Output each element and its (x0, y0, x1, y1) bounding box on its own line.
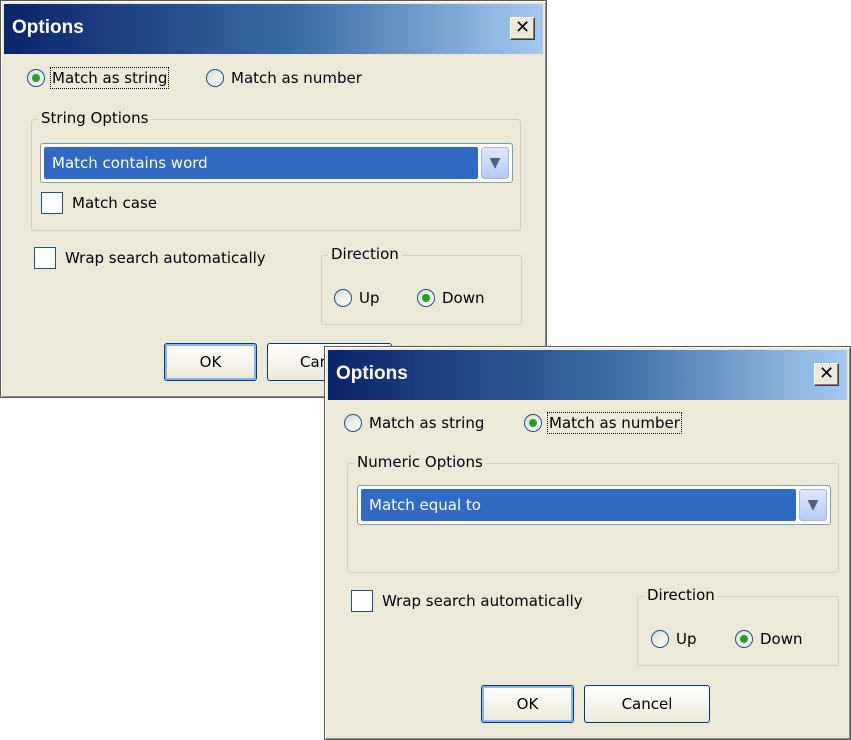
checkbox-label: Wrap search automatically (65, 249, 266, 267)
radio-direction-up[interactable]: Up (651, 630, 697, 648)
radio-label: Down (442, 289, 485, 307)
close-button[interactable]: ✕ (814, 363, 839, 386)
radio-button[interactable] (344, 414, 362, 432)
radio-button[interactable] (206, 69, 224, 87)
radio-label: Match as number (547, 412, 682, 434)
radio-match-as-number[interactable]: Match as number (524, 412, 682, 434)
radio-button[interactable] (334, 289, 352, 307)
close-button[interactable]: ✕ (510, 17, 535, 40)
radio-label: Up (676, 630, 697, 648)
options-dialog-string: Options ✕ Match as string Match as numbe… (0, 0, 547, 398)
checkbox-box[interactable] (351, 590, 373, 612)
button-label: Cancel (621, 695, 673, 713)
radio-label: Match as number (231, 69, 362, 87)
group-title: Direction (644, 586, 718, 604)
radio-match-as-number[interactable]: Match as number (206, 69, 362, 87)
dialog-title: Options (336, 363, 408, 384)
ok-button[interactable]: OK (481, 685, 574, 723)
wrap-search-checkbox[interactable]: Wrap search automatically (34, 247, 266, 269)
group-title: String Options (38, 109, 152, 127)
radio-button-checked[interactable] (27, 69, 45, 87)
chevron-down-icon: ▼ (489, 155, 501, 171)
group-title: Direction (328, 245, 402, 263)
dialog-title: Options (12, 17, 84, 38)
match-case-checkbox[interactable]: Match case (41, 192, 157, 214)
radio-match-as-string[interactable]: Match as string (27, 67, 170, 89)
title-bar[interactable]: Options ✕ (4, 4, 543, 54)
radio-button-checked[interactable] (735, 630, 753, 648)
options-dialog-number: Options ✕ Match as string Match as numbe… (324, 346, 851, 740)
match-type-dropdown[interactable]: Match contains word ▼ (40, 143, 513, 183)
radio-button-checked[interactable] (524, 414, 542, 432)
wrap-search-checkbox[interactable]: Wrap search automatically (351, 590, 583, 612)
radio-direction-down[interactable]: Down (735, 630, 803, 648)
checkbox-label: Wrap search automatically (382, 592, 583, 610)
radio-direction-down[interactable]: Down (417, 289, 485, 307)
dropdown-selected-value: Match contains word (44, 147, 478, 179)
radio-button[interactable] (651, 630, 669, 648)
cancel-button[interactable]: Cancel (584, 685, 710, 723)
checkbox-label: Match case (72, 194, 158, 212)
chevron-down-icon: ▼ (807, 497, 819, 513)
radio-direction-up[interactable]: Up (334, 289, 380, 307)
group-title: Numeric Options (354, 453, 486, 471)
radio-label: Up (359, 289, 380, 307)
close-icon: ✕ (818, 363, 835, 384)
dropdown-arrow-button[interactable]: ▼ (799, 489, 827, 521)
radio-label: Down (760, 630, 803, 648)
title-bar[interactable]: Options ✕ (328, 350, 847, 400)
dropdown-selected-value: Match equal to (361, 489, 796, 521)
button-label: OK (199, 353, 222, 371)
ok-button[interactable]: OK (164, 343, 257, 381)
checkbox-box[interactable] (34, 247, 56, 269)
radio-label: Match as string (369, 414, 485, 432)
close-icon: ✕ (514, 17, 531, 38)
button-label: OK (516, 695, 539, 713)
radio-button-checked[interactable] (417, 289, 435, 307)
match-type-dropdown[interactable]: Match equal to ▼ (357, 485, 831, 525)
checkbox-box[interactable] (41, 192, 63, 214)
button-label: Car (300, 353, 326, 371)
radio-match-as-string[interactable]: Match as string (344, 414, 484, 432)
dropdown-arrow-button[interactable]: ▼ (481, 147, 509, 179)
radio-label: Match as string (49, 67, 170, 89)
